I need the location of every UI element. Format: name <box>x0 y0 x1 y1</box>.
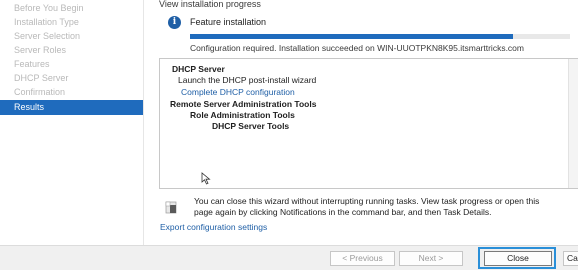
sidebar-item-confirmation[interactable]: Confirmation <box>0 86 143 99</box>
note-line-2: page again by clicking Notifications in … <box>194 207 492 217</box>
sidebar-divider <box>143 0 144 245</box>
wizard-sidebar: Before You Begin Installation Type Serve… <box>0 0 143 245</box>
sidebar-item-before-you-begin[interactable]: Before You Begin <box>0 2 143 15</box>
sidebar-item-dhcp-server[interactable]: DHCP Server <box>0 72 143 85</box>
complete-dhcp-configuration-link[interactable]: Complete DHCP configuration <box>181 87 295 97</box>
sidebar-item-server-roles[interactable]: Server Roles <box>0 44 143 57</box>
result-launch-wizard-text: Launch the DHCP post-install wizard <box>178 75 317 85</box>
page-subtitle: View installation progress <box>159 0 261 9</box>
next-button[interactable]: Next > <box>399 251 463 266</box>
results-scrollbar[interactable] <box>568 59 578 188</box>
sidebar-item-installation-type[interactable]: Installation Type <box>0 16 143 29</box>
sidebar-item-features[interactable]: Features <box>0 58 143 71</box>
installation-progress-bar <box>190 34 570 39</box>
info-icon: i <box>168 16 181 29</box>
feature-installation-title: Feature installation <box>190 17 267 27</box>
cancel-button[interactable]: Cancel <box>563 251 578 266</box>
result-rsat: Remote Server Administration Tools <box>170 99 317 109</box>
notification-flag-icon <box>165 201 177 214</box>
mouse-cursor-icon <box>201 172 211 185</box>
progress-bar-fill <box>190 34 513 39</box>
sidebar-item-results[interactable]: Results <box>0 100 143 115</box>
close-button[interactable]: Close <box>484 251 552 266</box>
close-wizard-note: You can close this wizard without interr… <box>194 196 578 218</box>
result-dhcp-server-tools: DHCP Server Tools <box>212 121 290 131</box>
installation-status-text: Configuration required. Installation suc… <box>190 43 524 53</box>
note-line-1: You can close this wizard without interr… <box>194 196 540 206</box>
previous-button[interactable]: < Previous <box>330 251 395 266</box>
wizard-footer: < Previous Next > Close Cancel <box>0 245 578 270</box>
export-configuration-settings-link[interactable]: Export configuration settings <box>160 222 267 232</box>
result-role-admin-tools: Role Administration Tools <box>190 110 295 120</box>
result-dhcp-server: DHCP Server <box>172 64 225 74</box>
sidebar-item-server-selection[interactable]: Server Selection <box>0 30 143 43</box>
